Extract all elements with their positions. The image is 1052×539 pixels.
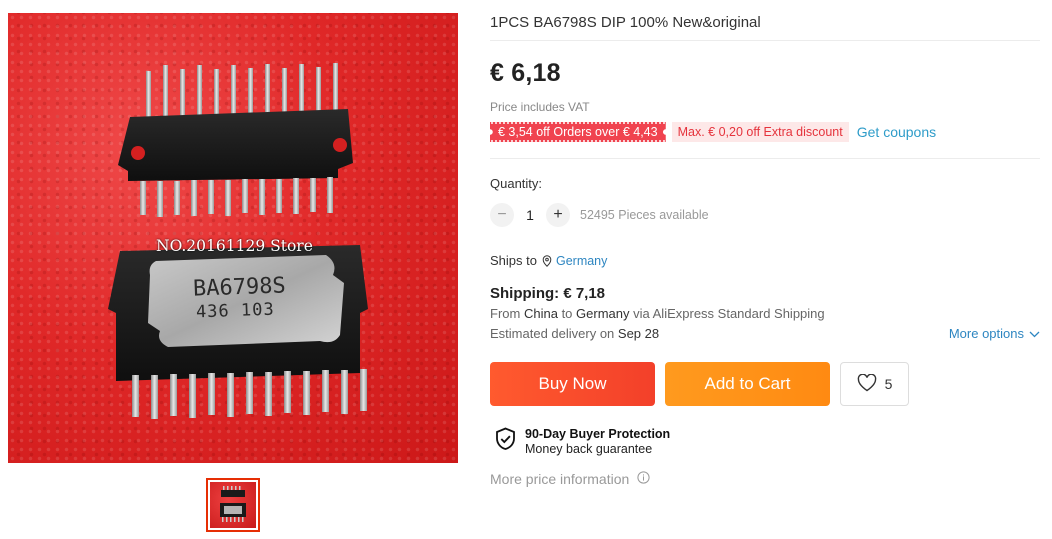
buyer-protection-subtitle: Money back guarantee <box>525 442 653 456</box>
chevron-down-icon <box>1029 326 1040 341</box>
ships-to-row: Ships to Germany <box>490 253 607 268</box>
buyer-protection-text: 90-Day Buyer Protection Money back guara… <box>525 427 670 457</box>
chip-marking-line1: BA6798S <box>192 273 287 302</box>
buy-now-button[interactable]: Buy Now <box>490 362 655 406</box>
origin-country: China <box>523 306 558 321</box>
more-price-information-link[interactable]: More price information <box>490 471 650 487</box>
get-coupons-link[interactable]: Get coupons <box>857 124 936 140</box>
thumbnail-chip <box>220 486 246 522</box>
product-price: € 6,18 <box>490 59 561 87</box>
buyer-protection-title: 90-Day Buyer Protection <box>525 427 671 441</box>
ships-to-label: Ships to <box>490 253 537 268</box>
shipping-method: via AliExpress Standard Shipping <box>633 306 825 321</box>
chip-marking-line2: 436 103 <box>195 299 275 323</box>
divider <box>490 158 1040 159</box>
quantity-value[interactable]: 1 <box>514 207 546 223</box>
from-word: From <box>490 306 521 321</box>
store-watermark: NO.20161129 Store <box>156 237 313 255</box>
quantity-label: Quantity: <box>490 176 543 191</box>
add-to-cart-button[interactable]: Add to Cart <box>665 362 830 406</box>
quantity-stepper: − 1 + 52495 Pieces available <box>490 203 709 227</box>
coupon-extra-discount[interactable]: Max. € 0,20 off Extra discount <box>671 122 849 142</box>
shipping-cost: Shipping: € 7,18 <box>490 285 606 302</box>
coupon-orders-over[interactable]: € 3,54 off Orders over € 4,43 <box>490 122 666 142</box>
wishlist-button[interactable]: 5 <box>840 362 909 406</box>
to-word: to <box>561 306 573 321</box>
buyer-protection: 90-Day Buyer Protection Money back guara… <box>495 427 670 457</box>
shield-check-icon <box>495 427 516 456</box>
info-icon <box>637 471 650 487</box>
quantity-increase-button[interactable]: + <box>546 203 570 227</box>
top-chip-lower-pins <box>140 177 333 217</box>
more-price-information-label: More price information <box>490 471 630 487</box>
thumbnail-image <box>210 482 256 528</box>
estimated-delivery: Estimated delivery on Sep 28 <box>490 326 659 341</box>
eta-label: Estimated delivery on <box>490 326 615 341</box>
thumbnail-1[interactable] <box>206 478 260 532</box>
more-options-label: More options <box>948 326 1024 341</box>
location-pin-icon <box>542 254 552 267</box>
ships-to-country-selector[interactable]: Germany <box>556 254 607 268</box>
quantity-decrease-button[interactable]: − <box>490 203 514 227</box>
pieces-available: 52495 Pieces available <box>580 208 709 222</box>
divider <box>490 40 1040 41</box>
wishlist-count: 5 <box>884 376 893 392</box>
destination-country: Germany <box>576 306 630 321</box>
product-main-image[interactable]: NO.20161129 Store BA6798S 436 103 <box>8 13 458 463</box>
vat-note: Price includes VAT <box>490 100 590 114</box>
shipping-route: From China to Germany via AliExpress Sta… <box>490 306 825 321</box>
product-title: 1PCS BA6798S DIP 100% New&original <box>490 14 761 31</box>
more-shipping-options-link[interactable]: More options <box>949 326 1040 341</box>
heart-icon <box>857 373 877 395</box>
coupon-row: € 3,54 off Orders over € 4,43 Max. € 0,2… <box>490 122 936 142</box>
eta-date: Sep 28 <box>617 326 660 341</box>
